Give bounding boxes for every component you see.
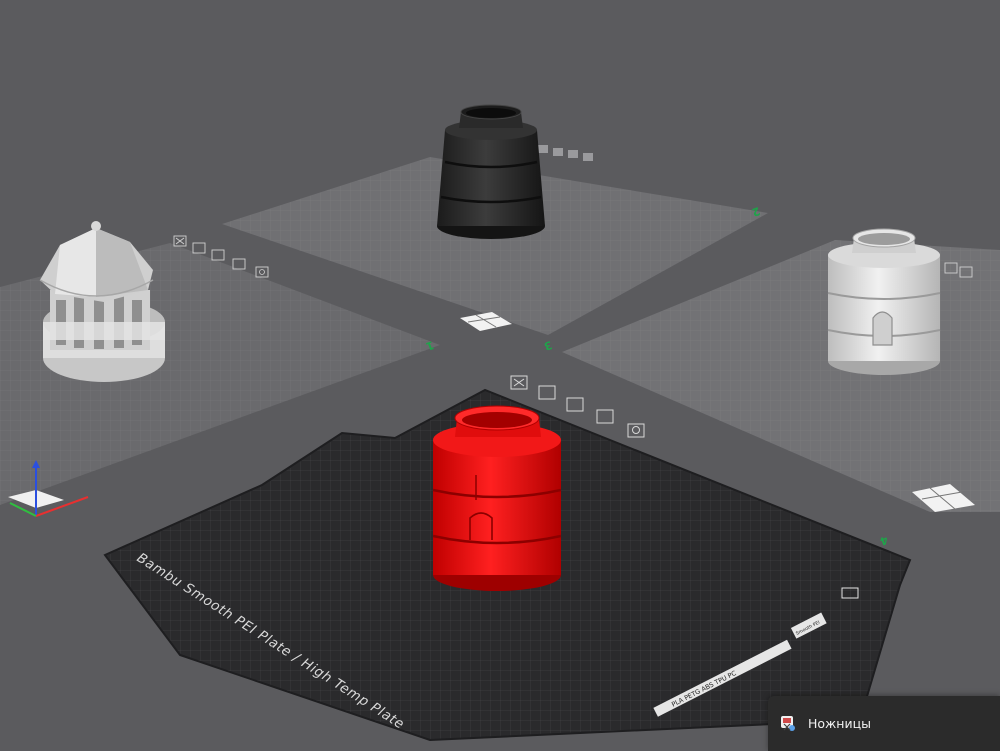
orient-icon[interactable] <box>192 242 206 254</box>
toast-app-name: Ножницы <box>808 716 871 731</box>
arrange-icon[interactable] <box>211 249 225 261</box>
white-jar-model[interactable] <box>827 228 941 375</box>
close-icon[interactable] <box>510 375 528 390</box>
scissors-app-icon <box>780 715 798 733</box>
pavilion-model[interactable] <box>39 221 165 382</box>
red-jar-model[interactable] <box>432 405 562 591</box>
close-icon[interactable] <box>173 235 187 247</box>
settings-icon[interactable] <box>627 423 645 438</box>
plate-4-number: 4 <box>878 533 890 548</box>
plate-3-number: 3 <box>542 338 554 353</box>
settings-icon[interactable] <box>255 266 269 278</box>
black-jar-model[interactable] <box>437 104 545 239</box>
orient-icon[interactable] <box>538 385 556 400</box>
arrange-icon[interactable] <box>566 397 584 412</box>
lock-icon[interactable] <box>596 409 614 424</box>
plate-2-toolbar <box>538 145 593 161</box>
taskbar-notification[interactable]: Ножницы <box>768 696 1000 751</box>
3d-viewport[interactable]: 2 1 3 4 Bambu Smooth PEI Plate / High Te… <box>0 0 1000 751</box>
